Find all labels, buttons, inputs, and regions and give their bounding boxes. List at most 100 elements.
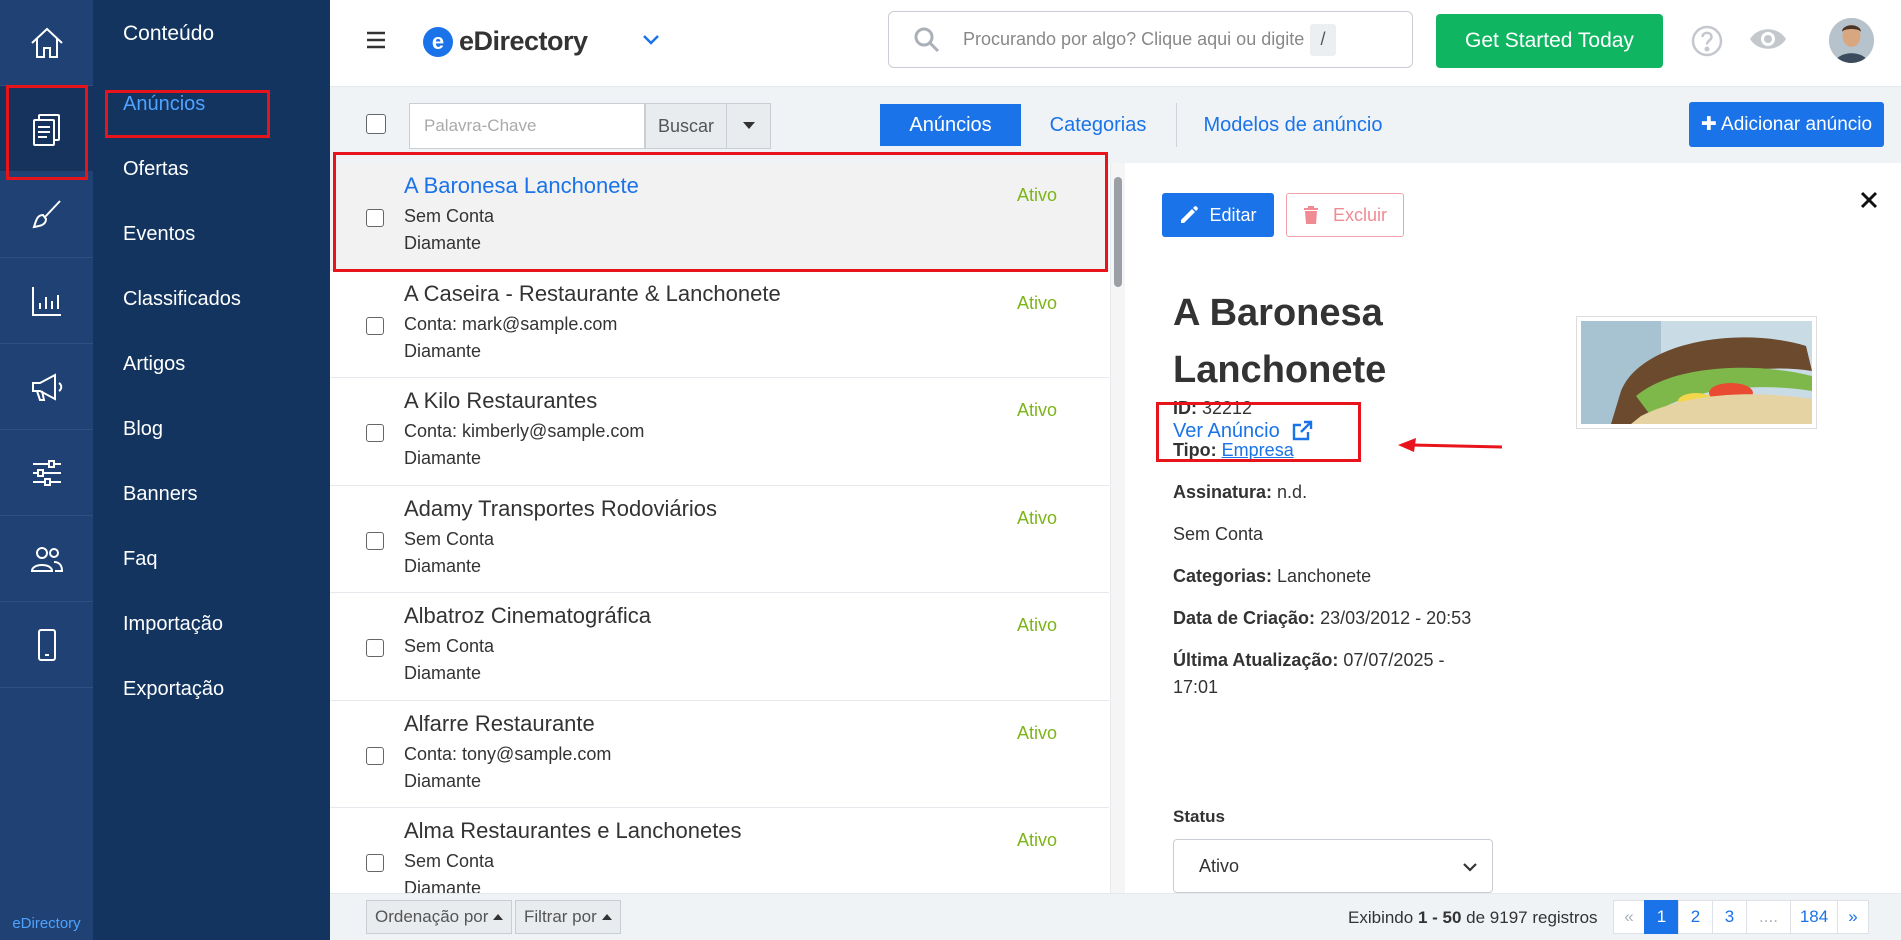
scrollbar-thumb[interactable] [1114, 177, 1122, 287]
detail-updated: Última Atualização: 07/07/2025 - 17:01 [1173, 647, 1473, 701]
search-options-button[interactable] [727, 103, 771, 149]
pagination: « 1 2 3 .... 184 » [1613, 900, 1869, 934]
list-item[interactable]: A Caseira - Restaurante & Lanchonete Con… [330, 271, 1109, 378]
search-placeholder: Procurando por algo? Clique aqui ou digi… [963, 29, 1305, 49]
page-1[interactable]: 1 [1644, 900, 1679, 934]
listing-plan: Diamante [404, 878, 482, 893]
caret-up-icon [493, 914, 504, 920]
listing-plan: Diamante [404, 770, 482, 791]
global-search[interactable]: Procurando por algo? Clique aqui ou digi… [888, 11, 1413, 68]
listing-thumbnail [1576, 316, 1817, 429]
rail-users[interactable] [0, 516, 93, 602]
list-scrollbar[interactable] [1110, 163, 1125, 893]
list-item[interactable]: A Baronesa Lanchonete Sem Conta Diamante… [330, 163, 1109, 271]
type-link[interactable]: Empresa [1222, 440, 1294, 460]
submenu-item-classificados[interactable]: Classificados [93, 267, 330, 332]
submenu-item-artigos[interactable]: Artigos [93, 332, 330, 397]
row-checkbox[interactable] [366, 424, 384, 442]
list-item[interactable]: Alma Restaurantes e Lanchonetes Sem Cont… [330, 808, 1109, 893]
submenu-item-blog[interactable]: Blog [93, 397, 330, 462]
row-checkbox[interactable] [366, 854, 384, 872]
submenu-item-importacao[interactable]: Importação [93, 592, 330, 657]
megaphone-icon [31, 372, 62, 401]
rail-settings[interactable] [0, 430, 93, 516]
list-item[interactable]: Albatroz Cinematográfica Sem Conta Diama… [330, 593, 1109, 701]
keyword-input[interactable]: Palavra-Chave [409, 103, 645, 149]
pencil-icon [1181, 206, 1199, 223]
listing-detail-panel: Editar Excluir A Baronesa Lanchonete Ver… [1125, 163, 1901, 893]
page-next[interactable]: » [1837, 900, 1869, 934]
user-avatar[interactable] [1829, 18, 1874, 63]
delete-button[interactable]: Excluir [1286, 193, 1404, 237]
submenu-item-eventos[interactable]: Eventos [93, 202, 330, 267]
list-toolbar: Palavra-Chave Buscar Anúncios Categorias… [330, 87, 1901, 163]
logo-mark: e [423, 26, 453, 57]
listing-title[interactable]: Alma Restaurantes e Lanchonetes [404, 818, 742, 844]
rail-content[interactable] [0, 86, 93, 172]
status-select[interactable]: Ativo [1173, 839, 1493, 893]
row-checkbox[interactable] [366, 531, 384, 550]
tab-modelos[interactable]: Modelos de anúncio [1198, 104, 1388, 146]
status-badge: Ativo [1017, 292, 1058, 313]
sort-button[interactable]: Ordenação por [366, 900, 513, 934]
eye-icon[interactable] [1748, 24, 1788, 54]
chevron-down-icon[interactable] [640, 32, 662, 48]
listing-plan: Diamante [404, 233, 482, 253]
created-value: 23/03/2012 - 20:53 [1320, 608, 1472, 628]
rail-reports[interactable] [0, 258, 93, 344]
listing-title[interactable]: A Kilo Restaurantes [404, 388, 597, 414]
submenu-item-banners[interactable]: Banners [93, 462, 330, 527]
filter-button-label: Filtrar por [524, 907, 597, 926]
detail-subscription: Assinatura: n.d. [1173, 479, 1473, 506]
listing-plan: Diamante [404, 663, 482, 683]
list-item[interactable]: Alfarre Restaurante Conta: tony@sample.c… [330, 701, 1109, 808]
brand-logo[interactable]: e eDirectory [423, 26, 588, 57]
submenu-title: Conteúdo [123, 22, 215, 45]
row-checkbox[interactable] [366, 316, 384, 335]
rail-promote[interactable] [0, 344, 93, 430]
logo-text: eDirectory [459, 26, 588, 56]
status-badge: Ativo [1017, 722, 1058, 743]
row-checkbox[interactable] [366, 746, 384, 765]
row-checkbox[interactable] [366, 209, 384, 227]
listing-title[interactable]: A Baronesa Lanchonete [404, 173, 639, 199]
sort-button-label: Ordenação por [375, 907, 489, 926]
search-button[interactable]: Buscar [645, 103, 727, 149]
rail-home[interactable] [0, 0, 93, 86]
trash-icon [1303, 206, 1318, 224]
submenu-item-anuncios[interactable]: Anúncios [93, 72, 330, 137]
listing-title[interactable]: Alfarre Restaurante [404, 711, 595, 737]
submenu-item-ofertas[interactable]: Ofertas [93, 137, 330, 202]
row-checkbox[interactable] [366, 639, 384, 657]
listing-title[interactable]: Albatroz Cinematográfica [404, 603, 651, 629]
select-all-checkbox[interactable] [366, 114, 386, 134]
listing-title[interactable]: A Caseira - Restaurante & Lanchonete [404, 281, 781, 307]
page-2[interactable]: 2 [1678, 900, 1713, 934]
add-listing-button[interactable]: ✚ Adicionar anúncio [1689, 102, 1884, 147]
rail-mobile[interactable] [0, 602, 93, 688]
list-item[interactable]: Adamy Transportes Rodoviários Sem Conta … [330, 486, 1109, 593]
records-suffix: registros [1527, 908, 1598, 927]
hamburger-icon[interactable] [366, 30, 386, 50]
page-184[interactable]: 184 [1790, 900, 1838, 934]
close-icon[interactable] [1860, 191, 1878, 209]
submenu-item-exportacao[interactable]: Exportação [93, 657, 330, 722]
help-icon[interactable] [1690, 24, 1724, 58]
records-count: Exibindo 1 - 50 de 9197 registros [1348, 908, 1598, 928]
id-value: 32212 [1202, 398, 1253, 418]
rail-design[interactable] [0, 172, 93, 258]
listing-title[interactable]: Adamy Transportes Rodoviários [404, 496, 717, 522]
status-badge: Ativo [1017, 185, 1058, 205]
tab-anuncios[interactable]: Anúncios [880, 104, 1021, 146]
search-icon [914, 27, 940, 52]
avatar-icon [1829, 18, 1874, 63]
get-started-button[interactable]: Get Started Today [1436, 14, 1663, 68]
tab-categorias[interactable]: Categorias [1038, 104, 1158, 146]
listing-account: Sem Conta [404, 206, 495, 226]
submenu-item-faq[interactable]: Faq [93, 527, 330, 592]
list-item[interactable]: A Kilo Restaurantes Conta: kimberly@samp… [330, 378, 1109, 486]
filter-button[interactable]: Filtrar por [515, 900, 621, 934]
page-prev[interactable]: « [1613, 900, 1645, 934]
page-3[interactable]: 3 [1712, 900, 1747, 934]
edit-button[interactable]: Editar [1162, 193, 1274, 237]
